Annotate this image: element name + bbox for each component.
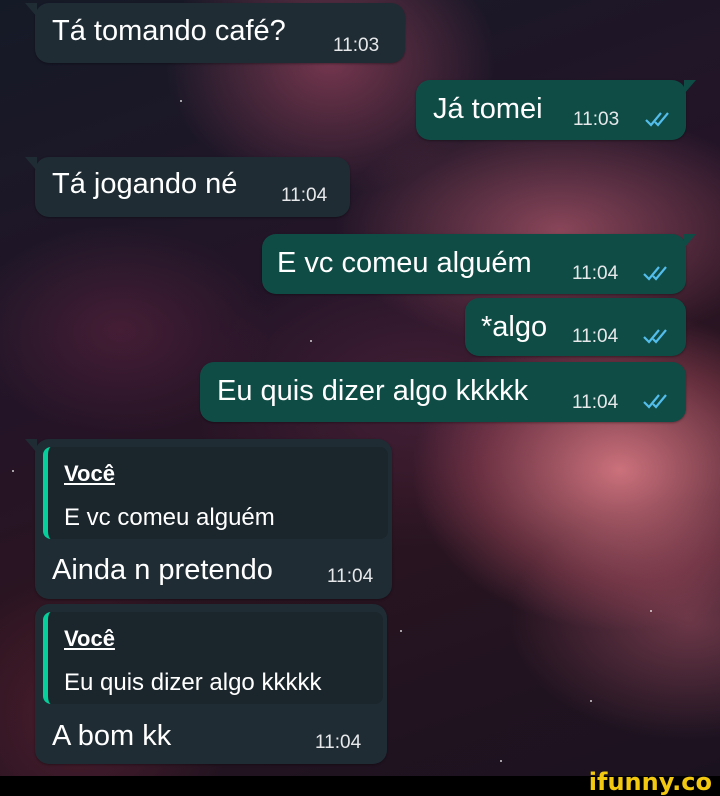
double-check-icon bbox=[643, 329, 667, 344]
message-text: E vc comeu alguém bbox=[277, 247, 532, 279]
message-bubble-outgoing[interactable]: Eu quis dizer algo kkkkk 11:04 bbox=[200, 362, 686, 422]
message-time: 11:04 bbox=[572, 263, 619, 284]
message-time: 11:04 bbox=[281, 185, 328, 206]
ifunny-watermark: ifunny.co bbox=[588, 768, 712, 796]
message-time: 11:03 bbox=[333, 35, 380, 56]
quoted-text: Eu quis dizer algo kkkkk bbox=[64, 669, 322, 696]
message-text: Eu quis dizer algo kkkkk bbox=[217, 375, 529, 407]
message-bubble-incoming-reply[interactable]: Você Eu quis dizer algo kkkkk A bom kk 1… bbox=[35, 604, 387, 764]
message-time: 11:04 bbox=[315, 732, 362, 753]
message-bubble-outgoing[interactable]: E vc comeu alguém 11:04 bbox=[262, 234, 696, 294]
message-time: 11:04 bbox=[572, 392, 619, 413]
quoted-text: E vc comeu alguém bbox=[64, 504, 275, 531]
quoted-message[interactable]: Você Eu quis dizer algo kkkkk bbox=[43, 612, 383, 704]
message-time: 11:04 bbox=[327, 566, 374, 587]
quoted-author: Você bbox=[64, 626, 115, 651]
message-bubble-incoming[interactable]: Tá jogando né 11:04 bbox=[25, 157, 350, 217]
double-check-icon bbox=[643, 266, 667, 281]
message-bubble-incoming[interactable]: Tá tomando café? 11:03 bbox=[25, 3, 405, 63]
message-text: Tá jogando né bbox=[52, 168, 238, 200]
message-time: 11:04 bbox=[572, 326, 619, 347]
message-text: *algo bbox=[481, 311, 548, 343]
quoted-message[interactable]: Você E vc comeu alguém bbox=[43, 447, 388, 539]
message-bubble-outgoing[interactable]: Já tomei 11:03 bbox=[416, 80, 696, 140]
quoted-author: Você bbox=[64, 461, 115, 486]
message-text: Ainda n pretendo bbox=[52, 554, 273, 586]
double-check-icon bbox=[643, 394, 667, 409]
message-bubble-outgoing[interactable]: *algo 11:04 bbox=[465, 298, 686, 356]
message-text: A bom kk bbox=[52, 720, 172, 752]
double-check-icon bbox=[645, 112, 669, 127]
message-text: Já tomei bbox=[433, 93, 543, 125]
message-time: 11:03 bbox=[573, 109, 620, 130]
watermark-bar: ifunny.co bbox=[0, 768, 720, 796]
message-text: Tá tomando café? bbox=[52, 15, 286, 47]
message-bubble-incoming-reply[interactable]: Você E vc comeu alguém Ainda n pretendo … bbox=[25, 439, 392, 599]
